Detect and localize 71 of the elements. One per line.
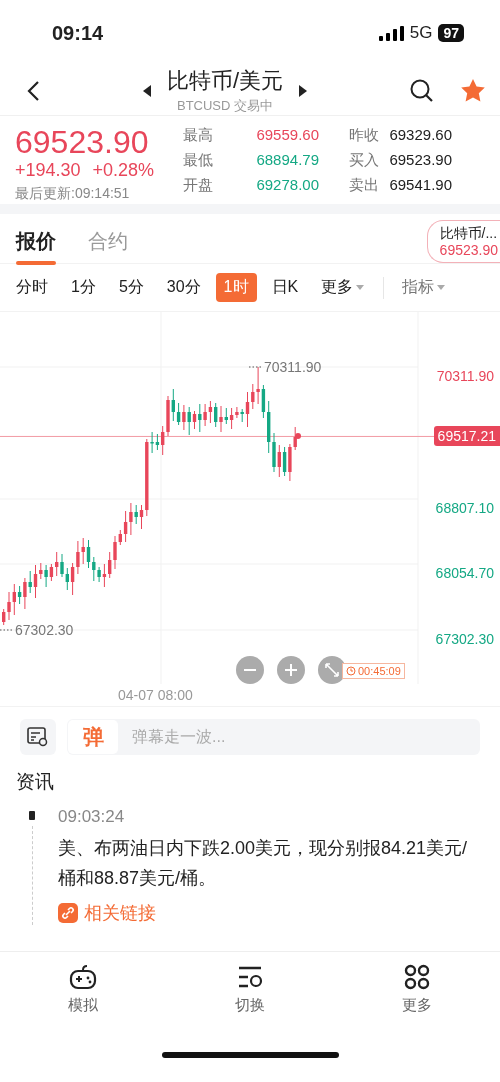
update-time: 最后更新:09:14:51 [15, 185, 131, 203]
stat-label: 昨收 [348, 126, 380, 145]
grid-icon [403, 964, 430, 990]
percent-change: +0.28% [92, 160, 155, 181]
search-icon[interactable] [410, 78, 434, 103]
card-symbol: 比特币/... [439, 225, 498, 242]
countdown-time: 00:45:09 [358, 665, 401, 677]
nav-button[interactable]: 切换 [166, 964, 334, 1024]
timeline-marker [29, 811, 35, 820]
price-change: +194.30 [15, 160, 81, 181]
stat-label: 开盘 [183, 176, 214, 195]
current-price-tag: 69517.21 [433, 426, 500, 446]
page-title: 比特币/美元 [166, 67, 284, 95]
plus-icon [285, 664, 297, 676]
stat-label: 买入 [348, 151, 380, 170]
expand-icon [325, 663, 339, 677]
switch-icon [236, 964, 264, 990]
network-label: 5G [409, 23, 433, 43]
period-tab[interactable]: 日K [263, 273, 307, 302]
gamepad-icon [69, 964, 98, 990]
news-text: 美、布两油日内下跌2.00美元，现分别报84.21美元/桶和88.87美元/桶。 [58, 837, 469, 890]
period-tab[interactable]: 5分 [110, 273, 152, 302]
price-axis-label: 68054.70 [435, 565, 494, 581]
battery-level: 97 [438, 24, 464, 42]
stat-value: 69559.60 [255, 126, 319, 145]
current-price: 69523.90 [15, 124, 150, 160]
stat-value: 69523.90 [388, 151, 452, 170]
stat-value: 68894.79 [255, 151, 319, 170]
price-axis-label: 68807.10 [435, 500, 494, 516]
signal-icon [378, 25, 404, 41]
back-icon[interactable] [26, 79, 40, 102]
section-title: 资讯 [16, 770, 55, 794]
link-icon [58, 903, 78, 923]
stat-value: 69541.90 [388, 176, 452, 195]
price-axis-label: 70311.90 [436, 368, 494, 384]
previous-arrow-icon[interactable] [142, 84, 151, 97]
period-tab[interactable]: 30分 [158, 273, 209, 302]
nav-button[interactable]: 更多 [333, 964, 500, 1024]
page-subtitle: BTCUSD 交易中 [176, 97, 274, 115]
tab[interactable]: 报价 [16, 228, 56, 263]
next-arrow-icon[interactable] [299, 84, 308, 97]
danmaku-badge: 弹 [68, 720, 118, 754]
clock-time: 09:14 [52, 21, 105, 45]
news-time: 09:03:24 [58, 807, 126, 827]
indicator-dropdown[interactable]: 指标 [394, 273, 454, 302]
danmaku-input-field[interactable]: 弹幕走一波... [118, 727, 480, 747]
period-tab[interactable]: 1分 [63, 273, 104, 302]
clock-icon [346, 666, 356, 676]
low-price-marker: 67302.30 [15, 622, 74, 638]
high-price-marker: 70311.90 [264, 359, 322, 375]
stat-label: 卖出 [348, 176, 380, 195]
leader-line [248, 366, 263, 368]
card-price: 69523.90 [439, 242, 498, 259]
caret-icon [437, 285, 446, 290]
price-dot [295, 433, 301, 439]
minus-icon [244, 669, 256, 671]
period-tab[interactable]: 分时 [8, 273, 56, 302]
stat-value: 69278.00 [255, 176, 319, 195]
time-axis-label: 04-07 08:00 [118, 687, 193, 703]
nav-button[interactable]: 模拟 [0, 964, 167, 1024]
leader-line [0, 629, 14, 631]
price-axis-label: 67302.30 [435, 631, 494, 647]
danmaku-settings-button[interactable] [20, 719, 56, 755]
more-dropdown[interactable]: 更多 [313, 273, 373, 302]
favorite-star-icon[interactable] [460, 78, 486, 103]
list-settings-icon [27, 727, 49, 747]
stat-label: 最高 [183, 126, 214, 145]
quote-card[interactable]: 比特币/... 69523.90 [426, 220, 500, 263]
caret-icon [356, 285, 365, 290]
stat-label: 最低 [183, 151, 214, 170]
stat-value: 69329.60 [388, 126, 452, 145]
